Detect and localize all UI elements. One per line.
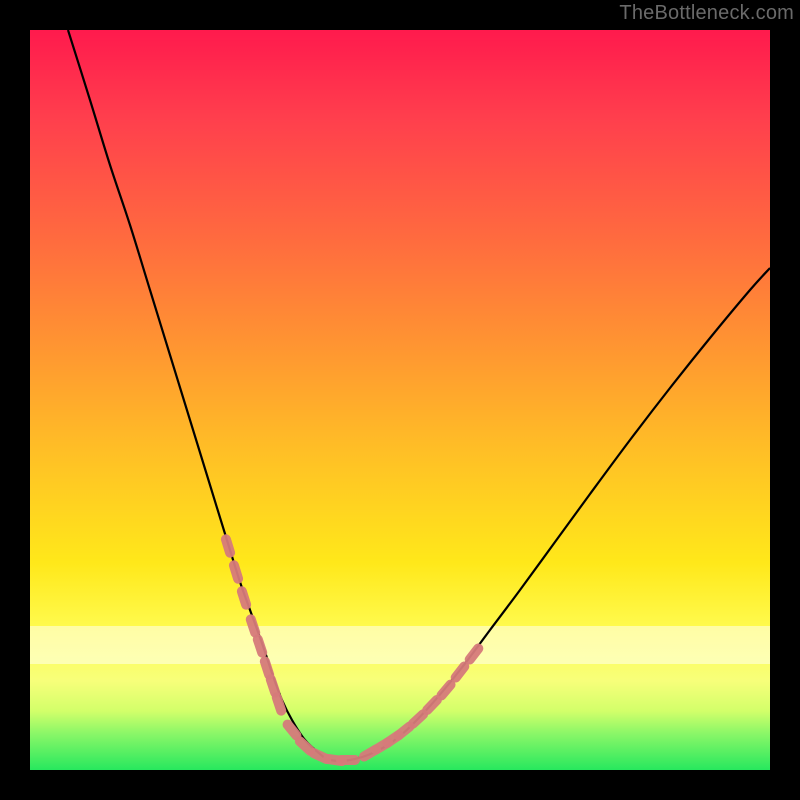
highlight-bead — [265, 661, 269, 674]
highlight-bead — [413, 714, 423, 724]
highlight-bead — [441, 685, 450, 696]
highlight-bead — [234, 565, 238, 578]
highlight-bead — [456, 666, 465, 677]
watermark-text: TheBottleneck.com — [619, 2, 794, 25]
highlight-bead — [226, 539, 230, 552]
curve-svg — [30, 30, 770, 770]
highlight-bead — [427, 700, 437, 710]
highlight-bead — [277, 697, 281, 710]
highlight-bead — [258, 639, 262, 652]
highlight-bead — [251, 619, 255, 632]
highlight-bead — [288, 725, 297, 736]
v-curve — [68, 30, 770, 761]
plot-area — [30, 30, 770, 770]
highlight-bead — [470, 648, 479, 659]
highlight-bead — [271, 679, 275, 692]
chart-frame: TheBottleneck.com — [0, 0, 800, 800]
highlight-bead — [399, 727, 410, 736]
highlight-bead — [300, 741, 310, 751]
highlight-bead — [242, 591, 246, 604]
